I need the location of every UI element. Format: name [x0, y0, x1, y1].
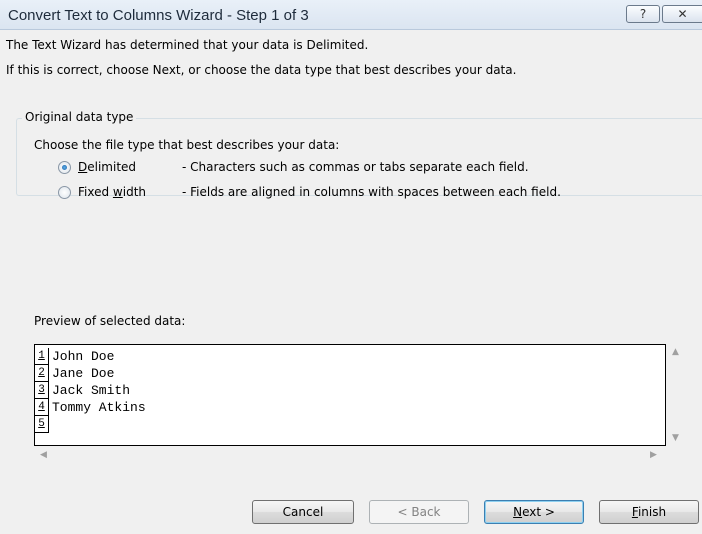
scroll-right-icon[interactable]: ▶: [650, 451, 657, 460]
preview-row: 2 Jane Doe: [35, 365, 665, 382]
intro-line-2: If this is correct, choose Next, or choo…: [6, 63, 517, 77]
data-preview[interactable]: 1 John Doe 2 Jane Doe 3 Jack Smith 4 Tom…: [34, 344, 666, 446]
row-text: Jack Smith: [52, 383, 131, 398]
scroll-up-icon[interactable]: ▲: [672, 348, 679, 357]
radio-checked-icon[interactable]: [58, 160, 71, 174]
help-icon[interactable]: ?: [626, 5, 660, 23]
row-number: 3: [35, 382, 49, 399]
row-text: Tommy Atkins: [52, 400, 146, 415]
intro-line-1: The Text Wizard has determined that your…: [6, 38, 369, 52]
preview-row: 1 John Doe: [35, 348, 665, 365]
preview-label: Preview of selected data:: [34, 314, 186, 328]
group-legend: Original data type: [22, 110, 137, 124]
next-button[interactable]: Next >: [484, 500, 584, 524]
close-icon[interactable]: ✕: [662, 5, 702, 23]
row-number: 2: [35, 365, 49, 382]
radio-fixed-width-label[interactable]: Fixed width: [78, 185, 182, 199]
fixed-width-description: - Fields are aligned in columns with spa…: [182, 185, 561, 199]
radio-delimited[interactable]: Delimited - Characters such as commas or…: [58, 160, 529, 174]
back-button[interactable]: < Back: [369, 500, 469, 524]
vertical-scrollbar[interactable]: ▲ ▼: [666, 344, 686, 446]
preview-row: 3 Jack Smith: [35, 382, 665, 399]
preview-row: 5: [35, 416, 665, 433]
row-text: John Doe: [52, 349, 115, 364]
radio-delimited-label[interactable]: Delimited: [78, 160, 182, 174]
radio-unchecked-icon[interactable]: [58, 185, 71, 199]
delimited-description: - Characters such as commas or tabs sepa…: [182, 160, 529, 174]
row-number: 4: [35, 399, 49, 416]
radio-fixed-width[interactable]: Fixed width - Fields are aligned in colu…: [58, 185, 561, 199]
finish-button[interactable]: Finish: [599, 500, 699, 524]
title-bar: Convert Text to Columns Wizard - Step 1 …: [0, 0, 702, 30]
cancel-button[interactable]: Cancel: [252, 500, 354, 524]
row-text: Jane Doe: [52, 366, 115, 381]
scroll-left-icon[interactable]: ◀: [40, 451, 47, 460]
window-title: Convert Text to Columns Wizard - Step 1 …: [8, 7, 309, 24]
row-number: 1: [35, 348, 49, 365]
horizontal-scrollbar[interactable]: ◀ ▶: [34, 446, 666, 466]
scroll-down-icon[interactable]: ▼: [672, 434, 679, 443]
preview-row: 4 Tommy Atkins: [35, 399, 665, 416]
row-number: 5: [35, 416, 49, 433]
file-type-prompt: Choose the file type that best describes…: [34, 138, 340, 152]
